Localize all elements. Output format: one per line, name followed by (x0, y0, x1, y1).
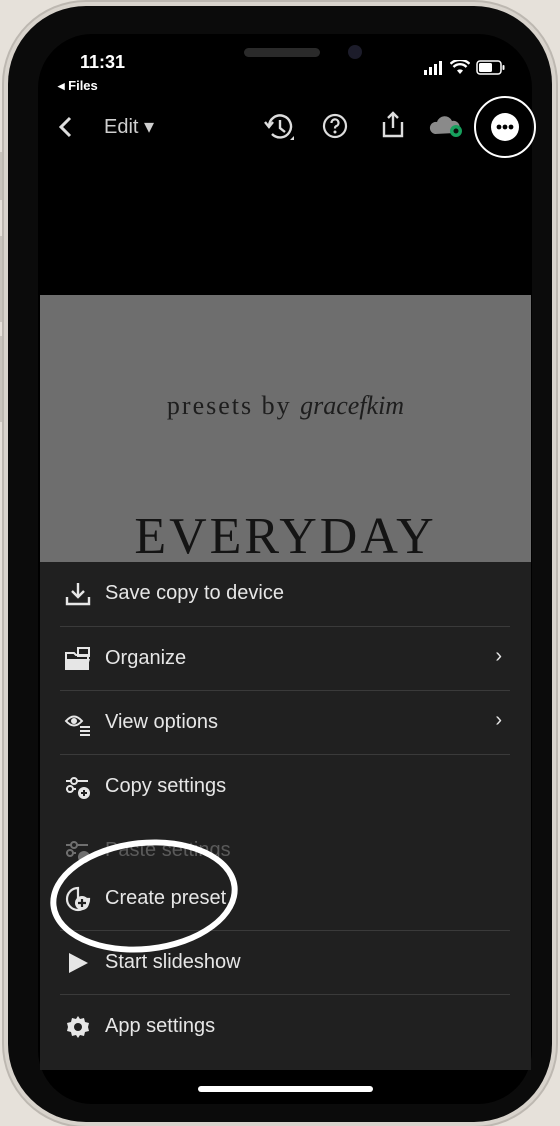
wifi-icon (450, 60, 470, 74)
home-indicator[interactable] (198, 1086, 373, 1092)
gear-icon (67, 1016, 89, 1038)
menu-item-app-settings[interactable]: App settings (60, 995, 510, 1059)
menu-item-label: App settings (105, 1015, 216, 1037)
status-time: 11:31 (80, 52, 126, 72)
menu-item-label: Save copy to device (105, 582, 284, 604)
notch (158, 34, 428, 78)
battery-icon (476, 60, 505, 75)
side-button-1 (0, 152, 6, 200)
photo-script: gracefkim (300, 391, 405, 420)
menu-item-label: Start slideshow (105, 951, 241, 973)
photo-preview: presets by gracefkim EVERYDAY (40, 295, 531, 565)
cloud-sync-icon[interactable] (429, 112, 465, 140)
menu-item-copy-settings[interactable]: Copy settings (60, 755, 510, 819)
side-button-3 (0, 336, 6, 422)
help-icon[interactable] (321, 112, 349, 140)
app-toolbar: Edit ▾ (40, 96, 536, 158)
edit-label: Edit (104, 116, 139, 138)
menu-item-view-options[interactable]: View options › (60, 691, 510, 755)
photo-prefix: presets by (166, 391, 292, 420)
download-icon (65, 583, 91, 606)
chevron-down-icon: ▾ (144, 116, 155, 138)
menu-item-label: View options (105, 711, 219, 733)
share-icon[interactable] (380, 110, 406, 140)
camera (348, 45, 362, 59)
menu-item-organize[interactable]: Organize › (60, 627, 510, 691)
photo-text-line1: presets by gracefkim (40, 391, 531, 421)
signal-icon (424, 60, 442, 75)
play-icon (69, 953, 88, 973)
view-options-icon (64, 715, 90, 736)
side-button-2 (0, 236, 6, 322)
history-icon[interactable] (262, 110, 298, 146)
menu-item-label: Copy settings (105, 775, 227, 797)
more-options-icon (491, 113, 519, 141)
chevron-left-icon[interactable] (58, 116, 74, 138)
menu-item-label: Organize (105, 647, 187, 669)
chevron-right-icon: › (495, 709, 502, 731)
folder-icon (65, 647, 90, 670)
back-to-files-link[interactable]: ◂ Files (58, 78, 98, 94)
copy-settings-icon (66, 777, 90, 799)
menu-item-save-copy[interactable]: Save copy to device (60, 562, 510, 626)
status-icons (424, 60, 506, 75)
options-menu-sheet: Save copy to device Organize › View opti… (40, 562, 531, 1070)
photo-text-line2: EVERYDAY (134, 508, 437, 565)
edit-mode-dropdown[interactable]: Edit ▾ (104, 114, 154, 139)
speaker (244, 48, 320, 57)
chevron-right-icon: › (495, 645, 502, 667)
more-options-button[interactable] (474, 96, 536, 158)
